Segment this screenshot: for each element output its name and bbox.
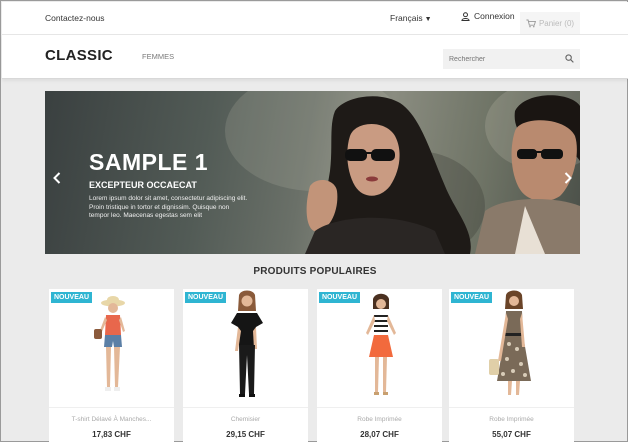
section-title: PRODUITS POPULAIRES [253,266,377,277]
login-link[interactable]: Connexion [461,11,515,21]
page-frame: Contactez-nous Français ▼ Connexion Panie… [0,0,628,442]
product-name[interactable]: T-shirt Délavé À Manches... [49,416,174,423]
product-photo [366,293,396,395]
product-photo [94,296,125,391]
new-badge: NOUVEAU [319,292,361,303]
product-image[interactable] [49,289,174,407]
product-card[interactable]: NOUVEAU Robe Imprimée 55,07 CHF [449,289,574,442]
cart-label: Panier (0) [538,18,575,28]
top-bar: Contactez-nous Français ▼ Connexion Panie… [2,2,628,35]
contact-link[interactable]: Contactez-nous [45,13,105,23]
product-image[interactable] [183,289,308,407]
nav-item-femmes[interactable]: FEMMES [142,52,174,61]
product-photo [489,290,531,395]
card-divider [183,407,308,408]
product-photo [231,290,263,397]
caret-down-icon: ▼ [424,16,432,23]
product-card[interactable]: NOUVEAU Chemisier 29,15 CHF [183,289,308,442]
user-icon [461,11,470,21]
banner-text: Lorem ipsum dolor sit amet, consectetur … [89,195,248,219]
product-price: 55,07 CHF [492,430,531,439]
product-price: 28,07 CHF [360,430,399,439]
site-logo[interactable]: CLASSIC [45,47,113,64]
banner-subtitle: EXCEPTEUR OCCAECAT [89,180,197,190]
product-card[interactable]: NOUVEAU T-shirt Délavé À Manches... 17,8… [49,289,174,442]
chevron-left-icon [53,172,61,184]
cart-button[interactable]: Panier (0) [520,12,580,34]
chevron-right-icon [564,172,572,184]
new-badge: NOUVEAU [51,292,93,303]
language-selector[interactable]: Français ▼ [390,13,432,23]
carousel-prev-button[interactable] [53,171,61,187]
carousel-next-button[interactable] [564,171,572,187]
login-label: Connexion [474,11,515,21]
cart-icon [526,19,536,27]
product-image[interactable] [317,289,442,407]
card-divider [317,407,442,408]
product-card[interactable]: NOUVEAU Robe Imprimée 28,07 CHF [317,289,442,442]
main-header: CLASSIC FEMMES [2,35,628,79]
hero-carousel[interactable]: SAMPLE 1 EXCEPTEUR OCCAECAT Lorem ipsum … [45,91,580,254]
card-divider [49,407,174,408]
product-name[interactable]: Chemisier [183,416,308,423]
language-label: Français [390,13,423,23]
search-input[interactable] [443,49,580,69]
product-name[interactable]: Robe Imprimée [449,416,574,423]
product-image[interactable] [449,289,574,407]
card-divider [449,407,574,408]
product-name[interactable]: Robe Imprimée [317,416,442,423]
search-icon[interactable] [565,54,574,63]
new-badge: NOUVEAU [185,292,227,303]
product-price: 29,15 CHF [226,430,265,439]
new-badge: NOUVEAU [451,292,493,303]
product-price: 17,83 CHF [92,430,131,439]
banner-title: SAMPLE 1 [89,149,209,175]
